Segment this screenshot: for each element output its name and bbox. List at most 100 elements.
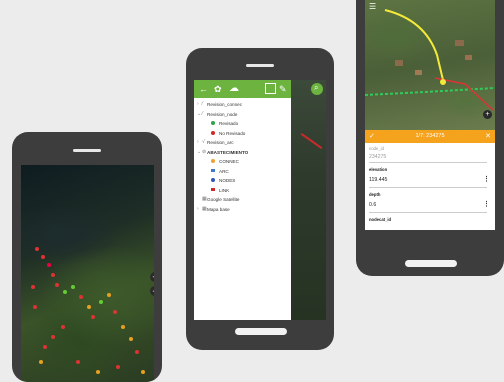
map-point[interactable] xyxy=(96,370,100,374)
feature-header-bar: ✓ 1/7: 234275 ✕ xyxy=(365,130,495,143)
layer-row-mapa-base[interactable]: › ▦ Mapa base xyxy=(194,205,291,215)
map-point[interactable] xyxy=(99,300,103,304)
close-icon[interactable]: ✕ xyxy=(485,132,491,140)
layer-label: Revision_connec xyxy=(207,102,242,107)
layer-row-connec[interactable]: CONNEC xyxy=(194,157,291,167)
layers-toolbar: ← ✿ ☁ ✎ xyxy=(194,80,291,98)
orange-dot-icon xyxy=(211,159,215,163)
map-point[interactable] xyxy=(113,310,117,314)
zoom-in-icon: + xyxy=(152,272,154,282)
gear-icon[interactable]: ✿ xyxy=(214,83,222,95)
zoom-out-icon: − xyxy=(152,286,154,296)
layers-screen: ← ✿ ☁ ✎ › ⁄ Revision_connec ⌄ ⁄ Revision… xyxy=(194,80,326,320)
layer-label: No Revisado xyxy=(219,130,246,136)
more-vert-icon[interactable]: ⋮ xyxy=(483,176,490,183)
menu-icon[interactable]: ☰ xyxy=(369,2,376,11)
phone-speaker xyxy=(246,64,274,67)
layer-row-abastecimiento[interactable]: ⌄ ⊘ ABASTECIMIENTO xyxy=(194,148,291,158)
map-point[interactable] xyxy=(61,325,65,329)
building xyxy=(455,40,464,46)
selected-node xyxy=(440,79,446,85)
map-point[interactable] xyxy=(55,283,59,287)
chevron-right-icon[interactable]: › xyxy=(197,139,199,145)
map-screen-satellite[interactable]: + − xyxy=(21,165,154,382)
chevron-down-icon[interactable]: ⌄ xyxy=(197,149,201,155)
chevron-right-icon[interactable]: › xyxy=(197,206,199,212)
map-point[interactable] xyxy=(76,360,80,364)
field-value-elevation[interactable]: 119.445 xyxy=(369,177,387,183)
field-underline xyxy=(369,162,487,163)
map-point[interactable] xyxy=(33,305,37,309)
map-point[interactable] xyxy=(43,345,47,349)
home-button[interactable] xyxy=(405,260,457,267)
layer-row-nodes[interactable]: NODES xyxy=(194,176,291,186)
field-label-nodecat-id: nodecat_id xyxy=(369,217,392,222)
map-point[interactable] xyxy=(135,350,139,354)
layer-row-google-satellite[interactable]: ▦ Google Satellite xyxy=(194,195,291,205)
chevron-down-icon[interactable]: ⌄ xyxy=(197,111,201,117)
zoom-in-button[interactable]: + xyxy=(150,272,154,282)
map-point[interactable] xyxy=(71,285,75,289)
map-point[interactable] xyxy=(79,295,83,299)
layer-label: ABASTECIMIENTO xyxy=(207,149,249,155)
search-icon: ⌕ xyxy=(314,83,319,92)
phone-speaker xyxy=(73,149,101,152)
map-point[interactable] xyxy=(51,273,55,277)
layer-label: Revision_arc xyxy=(207,140,234,145)
group-icon: √ xyxy=(202,139,205,145)
more-vert-icon[interactable]: ⋮ xyxy=(483,201,490,208)
layer-label: Revision_node xyxy=(207,111,238,117)
layer-row-revisado[interactable]: Revisado xyxy=(194,119,291,129)
fab-button[interactable]: ⌕ xyxy=(311,83,323,95)
layer-row-revision-node[interactable]: ⌄ ⁄ Revision_node xyxy=(194,110,291,120)
zoom-out-button[interactable]: − xyxy=(150,286,154,296)
cloud-icon[interactable]: ☁ xyxy=(229,83,239,95)
blue-dot-icon xyxy=(211,178,215,182)
layers-toggle-icon[interactable] xyxy=(265,83,276,94)
highlighted-pipe xyxy=(384,9,444,81)
group-icon: ⁄ xyxy=(202,110,203,117)
folder-icon: ⊘ xyxy=(202,148,207,155)
chevron-right-icon[interactable]: › xyxy=(197,101,199,107)
map-point[interactable] xyxy=(141,370,145,374)
map-point[interactable] xyxy=(39,360,43,364)
layer-row-arc[interactable]: ARC xyxy=(194,167,291,177)
map-point[interactable] xyxy=(91,315,95,319)
layer-label: NODES xyxy=(219,178,236,183)
map-point[interactable] xyxy=(47,263,51,267)
field-label-node-id: node_id xyxy=(369,146,384,151)
layer-label: Mapa base xyxy=(207,206,230,212)
map-point[interactable] xyxy=(129,337,133,341)
map-point[interactable] xyxy=(121,325,125,329)
back-arrow-icon[interactable]: ← xyxy=(199,83,208,95)
phone-3: ☰ + ✓ 1/7: 234275 ✕ node_id 234275 eleva… xyxy=(356,0,504,276)
red-line-icon xyxy=(211,188,215,191)
layer-row-link[interactable]: LINK xyxy=(194,186,291,196)
layer-row-revision-arc[interactable]: › √ Revision_arc xyxy=(194,138,291,148)
map-line xyxy=(300,133,323,149)
layer-row-no-revisado[interactable]: No Revisado xyxy=(194,129,291,139)
layer-row-revision-connec[interactable]: › ⁄ Revision_connec xyxy=(194,100,291,110)
green-dot-icon xyxy=(211,121,215,125)
field-label-elevation: elevation xyxy=(369,167,388,172)
map-point[interactable] xyxy=(51,335,55,339)
map-preview-strip[interactable]: ⌕ xyxy=(291,80,326,320)
map-point[interactable] xyxy=(35,247,39,251)
blue-line-icon xyxy=(211,169,215,172)
map-point[interactable] xyxy=(63,290,67,294)
building xyxy=(465,55,472,60)
map-point[interactable] xyxy=(31,285,35,289)
feature-form-screen: ☰ + ✓ 1/7: 234275 ✕ node_id 234275 eleva… xyxy=(365,0,495,230)
map-point[interactable] xyxy=(107,293,111,297)
map-area[interactable]: ☰ + xyxy=(365,0,495,130)
map-point[interactable] xyxy=(87,305,91,309)
red-dot-icon xyxy=(211,130,215,135)
layer-label: Google Satellite xyxy=(207,197,240,202)
zoom-in-button[interactable]: + xyxy=(483,110,492,119)
edit-pencil-icon[interactable]: ✎ xyxy=(279,83,287,95)
layer-label: ARC xyxy=(219,168,229,174)
home-button[interactable] xyxy=(235,328,287,335)
map-point[interactable] xyxy=(41,255,45,259)
field-value-depth[interactable]: 0.6 xyxy=(369,202,376,208)
map-point[interactable] xyxy=(116,365,120,369)
